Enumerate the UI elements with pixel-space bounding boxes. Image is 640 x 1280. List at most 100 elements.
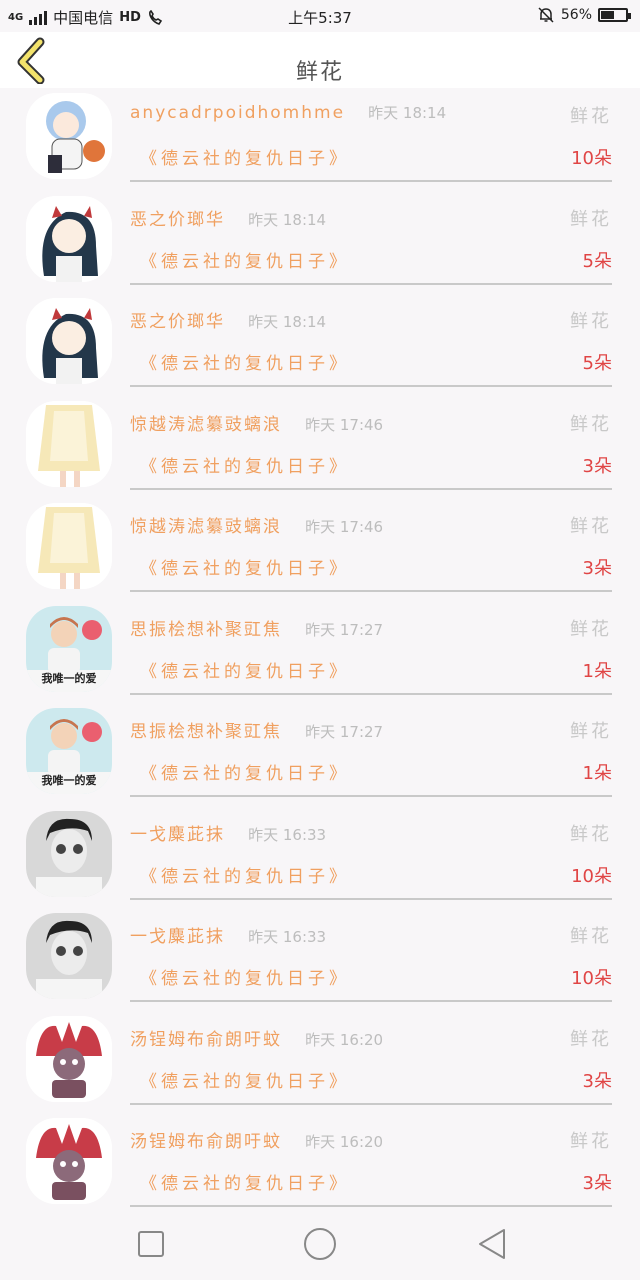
avatar[interactable] [26, 93, 112, 179]
status-right: 56% [537, 6, 631, 24]
book-title[interactable]: 《德云社的复仇日子》 [140, 862, 350, 887]
status-bar: 4G 中国电信 HD 上午5:37 56% [0, 0, 640, 32]
list-item-detail: 《德云社的复仇日子》 1朵 [130, 657, 612, 685]
avatar[interactable] [26, 913, 112, 999]
list-item-content: 思振桧想补聚豇焦 昨天 17:27 鲜花 《德云社的复仇日子》 1朵 [130, 703, 612, 797]
timestamp: 昨天 17:27 [305, 620, 384, 639]
list-item-content: 惊越涛滤纂豉螭浪 昨天 17:46 鲜花 《德云社的复仇日子》 3朵 [130, 498, 612, 592]
list-item[interactable]: 我唯一的爱 思振桧想补聚豇焦 昨天 17:27 鲜花 《德云社的复仇日子》 1朵 [0, 703, 640, 806]
book-title[interactable]: 《德云社的复仇日子》 [140, 657, 350, 682]
book-title[interactable]: 《德云社的复仇日子》 [140, 452, 350, 477]
square-icon [138, 1231, 164, 1257]
dress-girl-avatar [26, 503, 112, 589]
gift-type: 鲜花 [570, 618, 612, 640]
gift-type: 鲜花 [570, 721, 612, 742]
anime-girl-horns-avatar [26, 298, 112, 384]
list-item-header: 思振桧想补聚豇焦 昨天 17:27 鲜花 [130, 717, 612, 743]
username[interactable]: 恶之价瑯华 [130, 210, 225, 230]
circle-icon [304, 1228, 336, 1260]
list-item[interactable]: 汤锃姆布俞朗吁蚊 昨天 16:20 鲜花 《德云社的复仇日子》 3朵 [0, 1113, 640, 1208]
nav-back-button[interactable] [472, 1226, 512, 1262]
cartoon-warrior-avatar [26, 1118, 112, 1204]
book-title[interactable]: 《德云社的复仇日子》 [140, 554, 350, 579]
list-item-header: 思振桧想补聚豇焦 昨天 17:27 鲜花 [130, 615, 612, 641]
app-header: 鲜花 [0, 32, 640, 88]
gift-type: 鲜花 [570, 1131, 612, 1152]
triangle-back-icon [479, 1229, 505, 1259]
list-item[interactable]: 惊越涛滤纂豉螭浪 昨天 17:46 鲜花 《德云社的复仇日子》 3朵 [0, 498, 640, 601]
avatar[interactable] [26, 298, 112, 384]
book-title[interactable]: 《德云社的复仇日子》 [140, 759, 350, 784]
timestamp: 昨天 16:33 [248, 928, 327, 946]
list-item-header: 一戈麋茈抹 昨天 16:33 鲜花 [130, 820, 612, 846]
avatar[interactable] [26, 195, 112, 282]
list-item-content: 思振桧想补聚豇焦 昨天 17:27 鲜花 《德云社的复仇日子》 1朵 [130, 601, 612, 695]
timestamp: 昨天 16:20 [305, 1030, 384, 1049]
gift-count: 3朵 [582, 558, 612, 579]
book-title[interactable]: 《德云社的复仇日子》 [140, 247, 350, 272]
book-title[interactable]: 《德云社的复仇日子》 [140, 1169, 350, 1194]
timestamp: 昨天 17:46 [305, 518, 384, 536]
list-item[interactable]: 我唯一的爱 思振桧想补聚豇焦 昨天 17:27 鲜花 《德云社的复仇日子》 1朵 [0, 601, 640, 704]
home-button[interactable] [300, 1226, 340, 1262]
list-item-detail: 《德云社的复仇日子》 5朵 [130, 247, 612, 275]
gift-type: 鲜花 [570, 516, 612, 537]
list-item-detail: 《德云社的复仇日子》 10朵 [130, 862, 612, 890]
timestamp: 昨天 18:14 [368, 104, 447, 122]
avatar[interactable] [26, 1118, 112, 1204]
book-title[interactable]: 《德云社的复仇日子》 [140, 349, 350, 374]
list-item[interactable]: anycadrpoidhomhme 昨天 18:14 鲜花 《德云社的复仇日子》… [0, 88, 640, 191]
list-item-header: 一戈麋茈抹 昨天 16:33 鲜花 [130, 922, 612, 948]
timestamp: 昨天 16:33 [248, 825, 327, 844]
avatar[interactable]: 我唯一的爱 [26, 708, 112, 794]
list-item[interactable]: 恶之价瑯华 昨天 18:14 鲜花 《德云社的复仇日子》 5朵 [0, 191, 640, 294]
book-title[interactable]: 《德云社的复仇日子》 [140, 1067, 350, 1092]
list-item-content: 一戈麋茈抹 昨天 16:33 鲜花 《德云社的复仇日子》 10朵 [130, 806, 612, 900]
list-item-header: anycadrpoidhomhme 昨天 18:14 鲜花 [130, 102, 612, 128]
list-item-header: 惊越涛滤纂豉螭浪 昨天 17:46 鲜花 [130, 410, 612, 436]
username[interactable]: 惊越涛滤纂豉螭浪 [130, 415, 282, 435]
username[interactable]: 思振桧想补聚豇焦 [130, 620, 282, 640]
list-item[interactable]: 一戈麋茈抹 昨天 16:33 鲜花 《德云社的复仇日子》 10朵 [0, 908, 640, 1011]
timestamp: 昨天 18:14 [248, 210, 327, 229]
list-item-header: 恶之价瑯华 昨天 18:14 鲜花 [130, 205, 612, 231]
username[interactable]: 思振桧想补聚豇焦 [130, 722, 282, 742]
username[interactable]: 惊越涛滤纂豉螭浪 [130, 517, 282, 537]
book-title[interactable]: 《德云社的复仇日子》 [140, 964, 350, 989]
system-nav-bar [0, 1208, 640, 1280]
list-item[interactable]: 惊越涛滤纂豉螭浪 昨天 17:46 鲜花 《德云社的复仇日子》 3朵 [0, 396, 640, 499]
dress-girl-avatar [26, 400, 112, 487]
avatar[interactable] [26, 810, 112, 897]
avatar[interactable]: 我唯一的爱 [26, 605, 112, 692]
username[interactable]: anycadrpoidhomhme [130, 103, 345, 123]
gift-type: 鲜花 [570, 823, 612, 845]
gift-count: 3朵 [582, 455, 612, 477]
recent-apps-button[interactable] [131, 1226, 171, 1262]
gift-count: 10朵 [571, 148, 612, 169]
gift-type: 鲜花 [570, 1028, 612, 1050]
list-item[interactable]: 一戈麋茈抹 昨天 16:33 鲜花 《德云社的复仇日子》 10朵 [0, 806, 640, 909]
username[interactable]: 恶之价瑯华 [130, 312, 225, 332]
list-item-header: 惊越涛滤纂豉螭浪 昨天 17:46 鲜花 [130, 512, 612, 538]
book-title[interactable]: 《德云社的复仇日子》 [140, 144, 350, 169]
username[interactable]: 一戈麋茈抹 [130, 825, 225, 845]
anime-boy-avatar [26, 93, 112, 179]
avatar[interactable] [26, 503, 112, 589]
gift-list[interactable]: anycadrpoidhomhme 昨天 18:14 鲜花 《德云社的复仇日子》… [0, 88, 640, 1208]
timestamp: 昨天 17:46 [305, 415, 384, 434]
list-item-detail: 《德云社的复仇日子》 3朵 [130, 1169, 612, 1197]
list-item-detail: 《德云社的复仇日子》 10朵 [130, 144, 612, 172]
battery-percent: 56% [560, 7, 592, 23]
avatar[interactable] [26, 1015, 112, 1102]
list-item[interactable]: 恶之价瑯华 昨天 18:14 鲜花 《德云社的复仇日子》 5朵 [0, 293, 640, 396]
list-item-detail: 《德云社的复仇日子》 5朵 [130, 349, 612, 377]
username[interactable]: 汤锃姆布俞朗吁蚊 [130, 1030, 282, 1050]
username[interactable]: 汤锃姆布俞朗吁蚊 [130, 1132, 282, 1152]
gift-type: 鲜花 [570, 926, 612, 947]
list-item[interactable]: 汤锃姆布俞朗吁蚊 昨天 16:20 鲜花 《德云社的复仇日子》 3朵 [0, 1011, 640, 1114]
timestamp: 昨天 18:14 [248, 313, 327, 331]
gift-type: 鲜花 [570, 413, 612, 435]
gift-type: 鲜花 [570, 106, 612, 127]
avatar[interactable] [26, 400, 112, 487]
username[interactable]: 一戈麋茈抹 [130, 927, 225, 947]
